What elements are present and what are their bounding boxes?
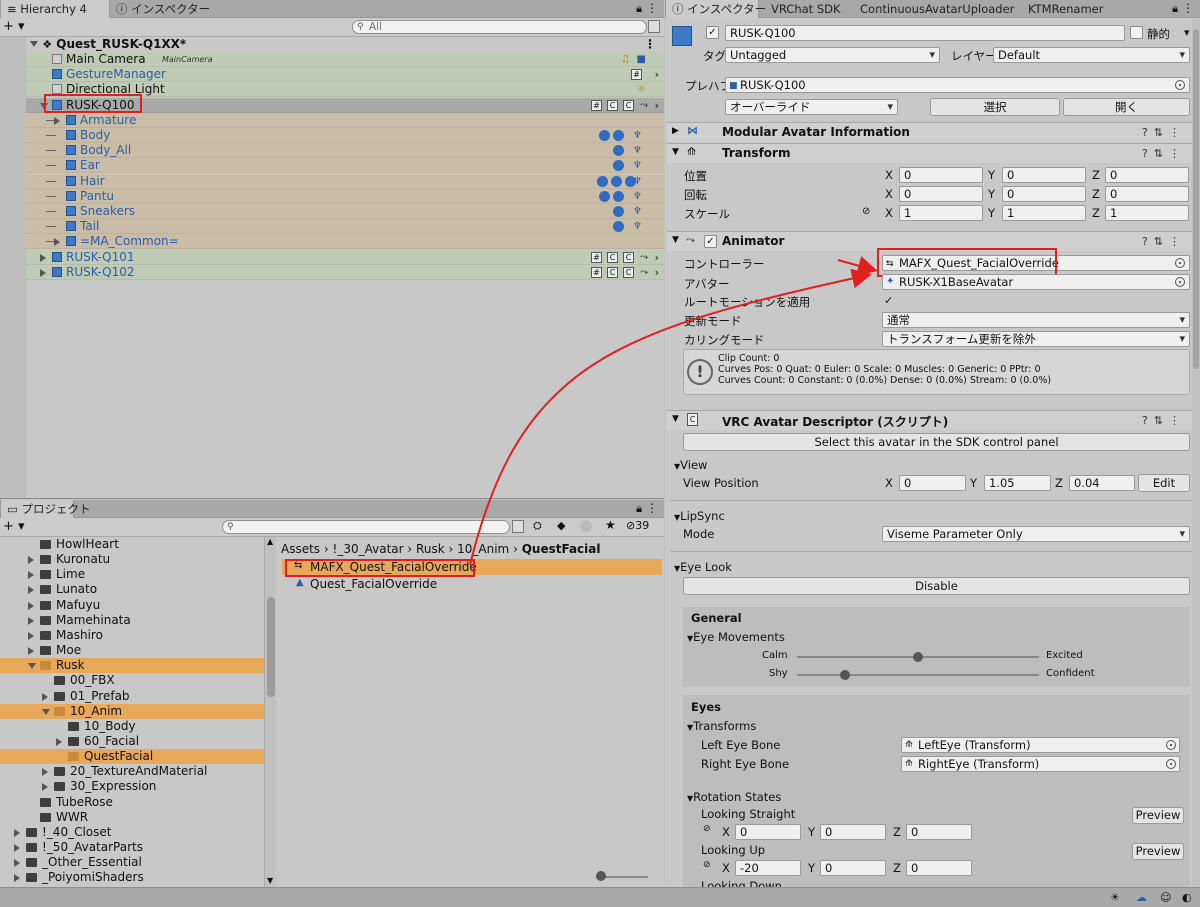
annotation-arrow-short (837, 256, 878, 276)
annotation-arrows (469, 256, 878, 566)
annotation-arrow-curve (469, 268, 872, 566)
